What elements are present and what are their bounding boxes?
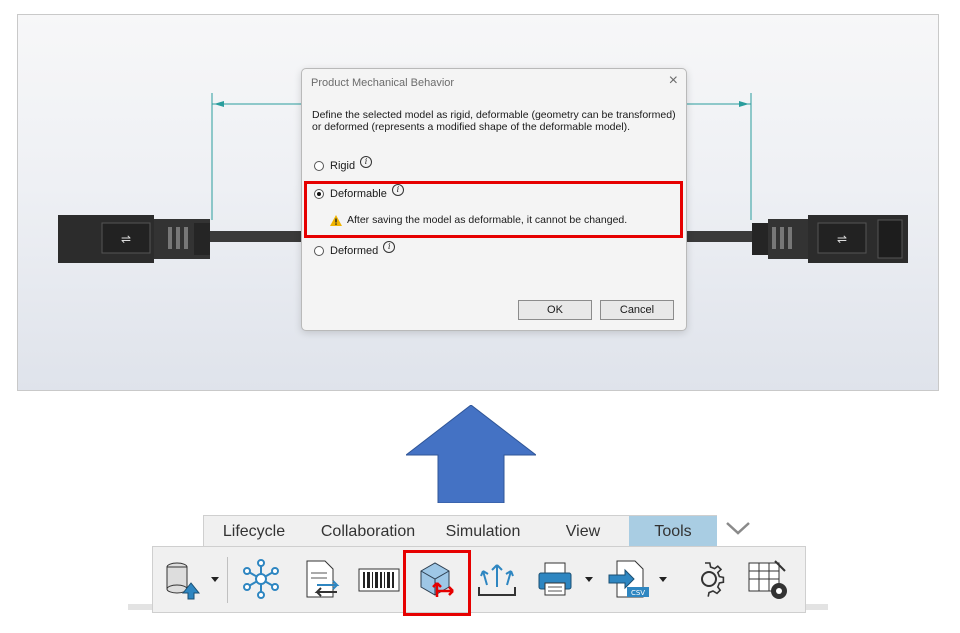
dialog-title: Product Mechanical Behavior — [311, 77, 455, 89]
mechanical-behavior-tool-highlight — [403, 550, 471, 616]
upload-export-icon[interactable] — [475, 557, 519, 601]
database-import-dropdown[interactable] — [211, 577, 219, 582]
mechanical-behavior-dialog: Product Mechanical Behavior × Define the… — [301, 68, 687, 331]
database-import-icon[interactable] — [161, 557, 205, 601]
print-icon[interactable] — [535, 557, 579, 601]
tab-lifecycle[interactable]: Lifecycle — [212, 516, 296, 547]
print-dropdown[interactable] — [585, 577, 593, 582]
svg-text:CSV: CSV — [631, 589, 645, 597]
ok-button[interactable]: OK — [518, 300, 592, 320]
barcode-icon[interactable] — [357, 557, 401, 601]
option-rigid[interactable]: Rigid i — [314, 156, 373, 174]
radio-deformed[interactable] — [314, 246, 324, 256]
network-nodes-icon[interactable] — [239, 557, 283, 601]
option-deformed-label: Deformed — [330, 245, 379, 257]
tab-simulation[interactable]: Simulation — [436, 516, 530, 547]
csv-export-icon[interactable]: CSV — [607, 557, 651, 601]
info-icon[interactable]: i — [360, 156, 373, 168]
tab-tools[interactable]: Tools — [629, 516, 717, 547]
svg-text:⇌: ⇌ — [121, 232, 131, 246]
tools-toolbar: CSV — [152, 546, 806, 613]
chevron-down-icon[interactable] — [724, 517, 752, 539]
svg-text:⇌: ⇌ — [837, 232, 847, 246]
option-deformed[interactable]: Deformed i — [314, 241, 396, 259]
tab-view[interactable]: View — [550, 516, 616, 547]
settings-gear-icon[interactable] — [687, 557, 731, 601]
deformable-highlight — [304, 181, 683, 238]
csv-export-dropdown[interactable] — [659, 577, 667, 582]
dialog-description: Define the selected model as rigid, defo… — [312, 109, 676, 133]
radio-rigid[interactable] — [314, 161, 324, 171]
table-settings-icon[interactable] — [747, 557, 791, 601]
toolbar-separator — [227, 557, 228, 603]
document-transfer-icon[interactable] — [299, 557, 343, 601]
up-arrow-icon — [406, 405, 536, 503]
option-rigid-label: Rigid — [330, 160, 356, 172]
cancel-button[interactable]: Cancel — [600, 300, 674, 320]
model-viewport[interactable]: ⇌ ⇌ Product Mechanical Behavior × Define… — [17, 14, 939, 391]
info-icon[interactable]: i — [383, 241, 396, 253]
tab-collaboration[interactable]: Collaboration — [308, 516, 428, 547]
close-icon[interactable]: × — [669, 72, 678, 90]
ribbon-tabs: Lifecycle Collaboration Simulation View … — [203, 515, 717, 548]
